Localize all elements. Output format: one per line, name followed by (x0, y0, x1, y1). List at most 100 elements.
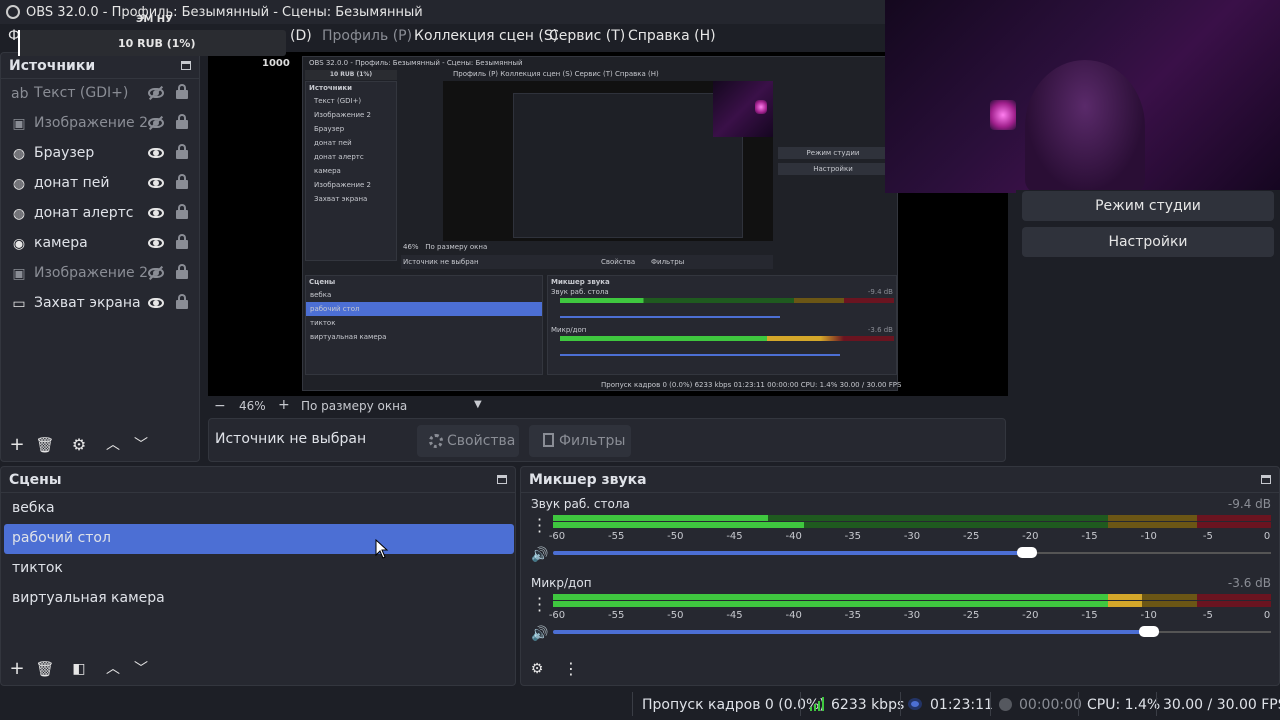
scene-filters-button[interactable]: ◧ (69, 659, 89, 679)
menu-profile[interactable]: Профиль (P) (322, 28, 412, 44)
volume-slider-handle[interactable] (1016, 547, 1037, 558)
lamp-glow (990, 100, 1016, 130)
stream-time: 01:23:11 (930, 697, 993, 713)
channel-menu-icon[interactable]: · · · (537, 512, 542, 540)
scene-up-button[interactable]: ︿ (103, 659, 123, 679)
zoom-level: 46% (239, 399, 266, 413)
source-item[interactable]: ▣ Изображение 2 (1, 259, 201, 289)
move-down-button[interactable]: ﹀ (131, 435, 151, 455)
scene-down-button[interactable]: ﹀ (131, 659, 151, 679)
undock-icon[interactable] (181, 61, 191, 70)
nested-source-item: донат пей (314, 139, 352, 147)
mixer-settings-gear-icon[interactable]: ⚙ (527, 659, 547, 679)
menu-help[interactable]: Справка (H) (628, 28, 716, 44)
channel-menu-icon[interactable]: · · · (537, 591, 542, 619)
eye-off-icon[interactable] (148, 268, 164, 278)
chevron-down-icon[interactable]: ▼ (474, 399, 482, 410)
scene-item[interactable]: тикток (4, 554, 514, 584)
eye-icon[interactable] (148, 298, 164, 308)
gear-icon (429, 434, 443, 448)
properties-label: Свойства (447, 433, 516, 449)
channel-name: Микр/доп (531, 576, 592, 590)
zoom-in-button[interactable]: + (278, 397, 290, 413)
zoom-fit-select[interactable]: По размеру окна (301, 399, 407, 413)
add-source-button[interactable]: + (7, 435, 27, 455)
remove-scene-button[interactable]: 🗑 (35, 659, 55, 679)
channel-name: Звук раб. стола (531, 497, 630, 511)
mixer-menu-button[interactable]: ⋮ (561, 659, 581, 679)
lock-icon[interactable] (176, 204, 188, 219)
source-item[interactable]: ▣ Изображение 2 (1, 109, 201, 139)
add-scene-button[interactable]: + (7, 659, 27, 679)
lock-icon[interactable] (176, 234, 188, 249)
streamer-silhouette (1025, 60, 1145, 193)
scenes-title: Сцены (1, 467, 515, 493)
eye-off-icon[interactable] (148, 118, 164, 128)
status-bar: Пропуск кадров 0 (0.0%) 6233 kbps 01:23:… (0, 688, 1280, 720)
lock-icon[interactable] (176, 264, 188, 279)
zoom-out-button[interactable]: − (214, 398, 226, 414)
remove-source-button[interactable]: 🗑 (35, 435, 55, 455)
undock-icon[interactable] (497, 475, 507, 484)
eye-icon[interactable] (148, 208, 164, 218)
source-label: Изображение 2 (34, 115, 149, 131)
volume-slider[interactable] (553, 547, 1271, 559)
db-tick: -15 (1081, 610, 1098, 621)
scene-item[interactable]: рабочий стол (4, 524, 514, 554)
properties-button[interactable]: Свойства (417, 425, 519, 457)
channel-db: -3.6 dB (1227, 576, 1271, 590)
preview-zoom-bar: − 46% + По размеру окна ▼ (208, 396, 1008, 416)
lock-icon[interactable] (176, 144, 188, 159)
scene-item[interactable]: виртуальная камера (4, 584, 514, 614)
dropped-frames: Пропуск кадров 0 (0.0%) (642, 697, 825, 713)
speaker-icon[interactable]: 🔊 (531, 548, 548, 562)
volume-slider-handle[interactable] (1138, 626, 1159, 637)
source-item[interactable]: ◍ донат пей (1, 169, 201, 199)
source-item[interactable]: ◍ Браузер (1, 139, 201, 169)
eye-off-icon[interactable] (148, 88, 164, 98)
signal-bars-icon (810, 697, 824, 711)
nested-donation: 10 RUB (1%) (305, 70, 397, 80)
eye-icon[interactable] (148, 148, 164, 158)
undock-icon[interactable] (1261, 475, 1271, 484)
db-tick: -35 (844, 531, 861, 542)
globe-icon: ◍ (12, 146, 26, 162)
nested-zoom: 46% По размеру окна (403, 243, 488, 251)
source-item[interactable]: ab Текст (GDI+) (1, 79, 201, 109)
source-properties-button[interactable]: ⚙ (69, 435, 89, 455)
donation-amount: 10 RUB (1%) (118, 37, 196, 50)
volume-slider[interactable] (553, 626, 1271, 638)
db-tick: -10 (1140, 610, 1157, 621)
source-item[interactable]: ◉ камера (1, 229, 201, 259)
lock-icon[interactable] (176, 84, 188, 99)
nested-mixer: Микшер звука Звук раб. стола -9.4 dB Мик… (547, 275, 897, 375)
source-item[interactable]: ▭ Захват экрана (1, 289, 201, 319)
settings-button[interactable]: Настройки (1022, 227, 1274, 257)
eye-icon[interactable] (148, 238, 164, 248)
scene-item[interactable]: вебка (4, 494, 514, 524)
speaker-icon[interactable]: 🔊 (531, 627, 548, 641)
nested-props-bar: Источник не выбран Свойства Фильтры (401, 255, 773, 269)
lock-icon[interactable] (176, 294, 188, 309)
db-tick: -40 (785, 610, 802, 621)
lock-icon[interactable] (176, 114, 188, 129)
move-up-button[interactable]: ︿ (103, 435, 123, 455)
menu-docks[interactable]: (D) (290, 28, 312, 44)
db-tick: -50 (667, 531, 684, 542)
filters-button[interactable]: Фильтры (529, 425, 631, 457)
nested-scene-item: виртуальная камера (310, 333, 387, 341)
nested-source-item: донат алертс (314, 153, 364, 161)
source-item[interactable]: ◍ донат алертс (1, 199, 201, 229)
controls-panel: Режим студии Настройки (1016, 190, 1280, 462)
nested-source-item: Браузер (314, 125, 345, 133)
db-tick: -60 (548, 531, 566, 542)
scenes-panel: Сцены вебка рабочий стол тикток виртуальная… (0, 466, 516, 686)
lock-icon[interactable] (176, 174, 188, 189)
menu-tools[interactable]: Сервис (T) (549, 28, 625, 44)
globe-icon: ◍ (12, 206, 26, 222)
studio-mode-button[interactable]: Режим студии (1022, 191, 1274, 221)
eye-icon[interactable] (148, 178, 164, 188)
menu-scene-collection[interactable]: Коллекция сцен (S) (414, 28, 558, 44)
nested-scene-item: тикток (310, 319, 336, 327)
nested-menu: Профиль (P) Коллекция сцен (S) Сервис (T… (453, 70, 659, 78)
